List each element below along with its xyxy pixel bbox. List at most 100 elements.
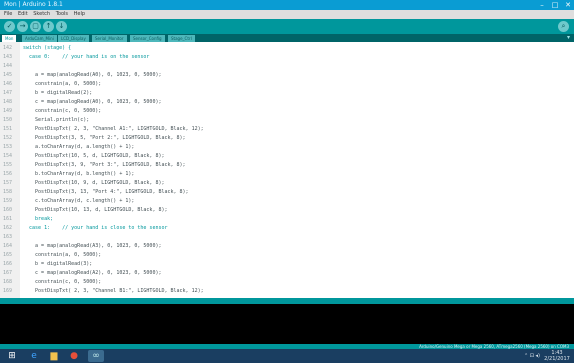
menu-sketch[interactable]: Sketch <box>33 10 50 19</box>
window-title: Mon | Arduino 1.8.1 <box>4 1 63 8</box>
code-line: 169 PostDispTxt( 2, 3, "Channel B1:", LI… <box>0 287 574 295</box>
code-text: b = digitalRead(2); <box>23 90 93 96</box>
save-icon[interactable]: ↓ <box>56 21 67 32</box>
code-text: a = map(analogRead(A3), 0, 1023, 0, 5000… <box>23 243 162 249</box>
console-output <box>0 304 574 344</box>
tray-clock[interactable]: 1:43 2/21/2017 <box>544 350 570 362</box>
code-line: 166 b = digitalRead(3); <box>0 260 574 268</box>
code-line: 146 constrain(a, 0, 5000); <box>0 80 574 88</box>
code-text: PostDispTxt( 2, 3, "Channel B1:", LIGHTG… <box>23 288 204 294</box>
code-text: PostDispTxt(10, 13, d, LIGHTGOLD, Black,… <box>23 207 168 213</box>
tab-sensor-config[interactable]: Sensor_Config <box>130 35 165 42</box>
minimize-button[interactable]: – <box>536 0 548 10</box>
line-number: 142 <box>3 45 13 51</box>
code-text: PostDispTxt(3, 9, "Port 3:", LIGHTGOLD, … <box>23 162 186 168</box>
code-text: PostDispTxt(10, 5, d, LIGHTGOLD, Black, … <box>23 153 165 159</box>
code-line: 164 a = map(analogRead(A3), 0, 1023, 0, … <box>0 242 574 250</box>
code-line: 163 <box>0 233 574 241</box>
tab-mon[interactable]: Mon <box>2 35 17 42</box>
tab-menu-chevron-icon[interactable]: ▾ <box>567 34 570 42</box>
chrome-icon[interactable]: ● <box>66 350 82 362</box>
tab-lcd-display[interactable]: LCD_Display <box>58 35 89 42</box>
code-text: case 0: // your hand is on the sensor <box>23 54 150 60</box>
tab-serial-monitor[interactable]: Serial_Monitor <box>92 35 127 42</box>
code-line: 159 c.toCharArray(d, c.length() + 1); <box>0 197 574 205</box>
line-number: 169 <box>3 288 13 294</box>
tab-bar: Mon ArduCam_Mini LCD_Display Serial_Moni… <box>0 34 574 42</box>
code-line: 157 PostDispTxt(10, 9, d, LIGHTGOLD, Bla… <box>0 179 574 187</box>
line-number: 154 <box>3 153 13 159</box>
code-line: 150 Serial.println(c); <box>0 116 574 124</box>
file-explorer-icon[interactable]: ▆ <box>46 350 62 362</box>
code-line: 143 case 0: // your hand is on the senso… <box>0 53 574 61</box>
code-line: 147 b = digitalRead(2); <box>0 89 574 97</box>
code-text: case 1: // your hand is close to the sen… <box>23 225 168 231</box>
code-line: 154 PostDispTxt(10, 5, d, LIGHTGOLD, Bla… <box>0 152 574 160</box>
new-sketch-icon[interactable]: ▢ <box>30 21 41 32</box>
code-text: Serial.println(c); <box>23 117 90 123</box>
code-editor[interactable]: 142 switch (stage) { 143 case 0: // your h… <box>0 42 574 298</box>
line-number: 164 <box>3 243 13 249</box>
open-icon[interactable]: ↑ <box>43 21 54 32</box>
code-line: 168 constrain(c, 0, 5000); <box>0 278 574 286</box>
line-number: 147 <box>3 90 13 96</box>
line-number: 152 <box>3 135 13 141</box>
line-number: 145 <box>3 72 13 78</box>
maximize-button[interactable]: □ <box>549 0 561 10</box>
code-line: 160 PostDispTxt(10, 13, d, LIGHTGOLD, Bl… <box>0 206 574 214</box>
code-line: 142 switch (stage) { <box>0 44 574 52</box>
title-bar: Mon | Arduino 1.8.1 – □ ✕ <box>0 0 574 10</box>
line-number: 144 <box>3 63 13 69</box>
upload-icon[interactable]: → <box>17 21 28 32</box>
start-icon[interactable]: ⊞ <box>4 350 20 362</box>
line-number: 146 <box>3 81 13 87</box>
tab-arducam[interactable]: ArduCam_Mini <box>22 35 57 42</box>
menu-help[interactable]: Help <box>74 10 85 19</box>
code-line: 155 PostDispTxt(3, 9, "Port 3:", LIGHTGO… <box>0 161 574 169</box>
code-text: constrain(c, 0, 5000); <box>23 108 102 114</box>
line-number: 161 <box>3 216 13 222</box>
code-line: 153 a.toCharArray(d, a.length() + 1); <box>0 143 574 151</box>
tray-date: 2/21/2017 <box>544 356 570 362</box>
line-number: 148 <box>3 99 13 105</box>
line-number: 162 <box>3 225 13 231</box>
menu-tools[interactable]: Tools <box>56 10 68 19</box>
tab-stage-ctrl[interactable]: Stage_Ctrl <box>168 35 195 42</box>
code-text: PostDispTxt(3, 5, "Port 2:", LIGHTGOLD, … <box>23 135 186 141</box>
code-line: 144 <box>0 62 574 70</box>
verify-icon[interactable]: ✓ <box>4 21 15 32</box>
code-line: 161 break; <box>0 215 574 223</box>
code-line: 148 c = map(analogRead(A0), 0, 1023, 0, … <box>0 98 574 106</box>
line-number: 166 <box>3 261 13 267</box>
code-text: switch (stage) { <box>23 45 72 51</box>
tray-icons[interactable]: ⌃ ⊡ ◂) <box>524 349 540 363</box>
line-number: 151 <box>3 126 13 132</box>
code-text: b.toCharArray(d, b.length() + 1); <box>23 171 135 177</box>
code-line: 145 a = map(analogRead(A0), 0, 1023, 0, … <box>0 71 574 79</box>
line-number: 153 <box>3 144 13 150</box>
line-number: 150 <box>3 117 13 123</box>
line-number: 143 <box>3 54 13 60</box>
edge-icon[interactable]: e <box>26 350 42 362</box>
code-text: a = map(analogRead(A0), 0, 1023, 0, 5000… <box>23 72 162 78</box>
code-text: PostDispTxt( 2, 3, "Channel A1:", LIGHTG… <box>23 126 204 132</box>
code-line: 162 case 1: // your hand is close to the… <box>0 224 574 232</box>
line-number: 155 <box>3 162 13 168</box>
menu-bar: File Edit Sketch Tools Help <box>0 10 574 19</box>
code-text: PostDispTxt(10, 9, d, LIGHTGOLD, Black, … <box>23 180 165 186</box>
menu-file[interactable]: File <box>4 10 12 19</box>
code-text: c = map(analogRead(A0), 0, 1023, 0, 5000… <box>23 99 162 105</box>
close-button[interactable]: ✕ <box>562 0 574 10</box>
arduino-icon[interactable]: ∞ <box>88 350 104 362</box>
line-number: 149 <box>3 108 13 114</box>
code-text: a.toCharArray(d, a.length() + 1); <box>23 144 135 150</box>
line-number: 157 <box>3 180 13 186</box>
menu-edit[interactable]: Edit <box>18 10 28 19</box>
code-line: 149 constrain(c, 0, 5000); <box>0 107 574 115</box>
serial-monitor-icon[interactable]: ⌕ <box>558 21 569 32</box>
line-number: 163 <box>3 234 13 240</box>
line-number: 168 <box>3 279 13 285</box>
code-line: 165 constrain(a, 0, 5000); <box>0 251 574 259</box>
code-text: PostDispTxt(3, 13, "Port 4:", LIGHTGOLD,… <box>23 189 189 195</box>
code-text: c = map(analogRead(A2), 0, 1023, 0, 5000… <box>23 270 162 276</box>
